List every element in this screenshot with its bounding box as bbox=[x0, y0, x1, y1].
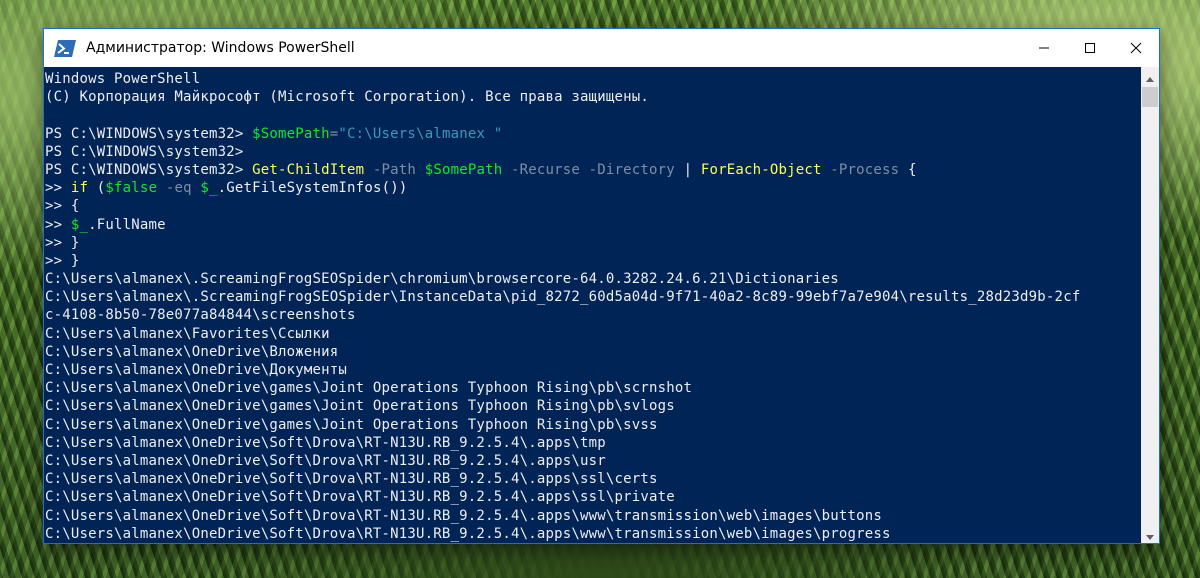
console-token: >> } bbox=[45, 252, 80, 269]
console-token: >> bbox=[45, 216, 71, 233]
console-line: >> $_.FullName bbox=[45, 216, 1142, 234]
scroll-up-button[interactable] bbox=[1141, 67, 1159, 85]
console-line: Windows PowerShell bbox=[45, 70, 1142, 88]
console-token: (С) Корпорация Майкрософт (Microsoft Cor… bbox=[45, 89, 650, 106]
powershell-icon[interactable] bbox=[54, 38, 80, 58]
console-token: .GetFileSystemInfos()) bbox=[217, 180, 408, 197]
console-token: >> { bbox=[45, 198, 80, 215]
console-token: PS C:\WINDOWS\system32> bbox=[45, 125, 253, 142]
console-token: ( bbox=[88, 180, 106, 197]
console-line: PS C:\WINDOWS\system32> Get-ChildItem -P… bbox=[45, 161, 1142, 179]
console-token: -Process bbox=[821, 161, 908, 178]
console-line: C:\Users\almanex\OneDrive\Soft\Drova\RT-… bbox=[45, 525, 1142, 543]
console-line: C:\Users\almanex\OneDrive\games\Joint Op… bbox=[45, 397, 1142, 415]
console-token: $SomePath bbox=[252, 125, 330, 142]
console-token: C:\Users\almanex\OneDrive\Soft\Drova\RT-… bbox=[45, 489, 675, 506]
console-line: >> { bbox=[45, 197, 1142, 215]
chevron-up-icon bbox=[1146, 67, 1154, 86]
console-line: >> } bbox=[45, 252, 1142, 270]
console-token: C:\Users\almanex\OneDrive\Soft\Drova\RT-… bbox=[45, 471, 658, 488]
console-line: C:\Users\almanex\OneDrive\games\Joint Op… bbox=[45, 379, 1142, 397]
console-line: C:\Users\almanex\OneDrive\Soft\Drova\RT-… bbox=[45, 452, 1142, 470]
chevron-down-icon bbox=[1146, 525, 1154, 544]
console-token: C:\Users\almanex\Favorites\Ссылки bbox=[45, 325, 330, 342]
console-token: -Path bbox=[364, 161, 425, 178]
console-line: C:\Users\almanex\OneDrive\games\Joint Op… bbox=[45, 416, 1142, 434]
console-token: PS C:\WINDOWS\system32> bbox=[45, 143, 244, 160]
console-line: c-4108-8b50-78e077a84844\screenshots bbox=[45, 306, 1142, 324]
console-token: C:\Users\almanex\OneDrive\Soft\Drova\RT-… bbox=[45, 525, 891, 542]
powershell-window[interactable]: Администратор: Windows PowerShell Window… bbox=[43, 28, 1160, 544]
console-line: C:\Users\almanex\OneDrive\Вложения bbox=[45, 343, 1142, 361]
console-line: C:\Users\almanex\Favorites\Ссылки bbox=[45, 325, 1142, 343]
console-token: C:\Users\almanex\OneDrive\Документы bbox=[45, 362, 348, 378]
close-button[interactable] bbox=[1113, 29, 1159, 67]
console-token: if bbox=[70, 180, 89, 197]
console-line: >> } bbox=[45, 234, 1142, 252]
console-line: C:\Users\almanex\.ScreamingFrogSEOSpider… bbox=[45, 270, 1142, 288]
window-controls bbox=[1021, 29, 1159, 67]
maximize-button[interactable] bbox=[1067, 29, 1113, 67]
console-token: C:\Users\almanex\OneDrive\games\Joint Op… bbox=[45, 398, 675, 415]
console-token: | bbox=[683, 161, 701, 178]
minimize-button[interactable] bbox=[1021, 29, 1067, 67]
console-token: $_ bbox=[200, 180, 218, 197]
console-token: C:\Users\almanex\OneDrive\Soft\Drova\RT-… bbox=[45, 507, 882, 524]
console-line: C:\Users\almanex\OneDrive\Soft\Drova\RT-… bbox=[45, 470, 1142, 488]
console-token: C:\Users\almanex\OneDrive\Soft\Drova\RT-… bbox=[45, 434, 606, 451]
console-token: $_ bbox=[70, 216, 89, 233]
console-token: C:\Users\almanex\.ScreamingFrogSEOSpider… bbox=[45, 289, 1081, 306]
console-line: >> if ($false -eq $_.GetFileSystemInfos(… bbox=[45, 179, 1142, 197]
console-token: >> } bbox=[45, 234, 80, 251]
console-token: -Recurse -Directory bbox=[502, 161, 684, 178]
close-icon bbox=[1130, 39, 1142, 58]
console-token: Get-ChildItem bbox=[252, 161, 365, 178]
console-line: PS C:\WINDOWS\system32> $SomePath="C:\Us… bbox=[45, 125, 1142, 143]
console-token: $SomePath bbox=[424, 161, 503, 178]
console-token: C:\Users\almanex\OneDrive\games\Joint Op… bbox=[45, 380, 693, 397]
scroll-down-button[interactable] bbox=[1141, 525, 1159, 543]
title-bar[interactable]: Администратор: Windows PowerShell bbox=[44, 29, 1159, 67]
console-token: >> bbox=[45, 180, 71, 197]
console-token: -eq bbox=[157, 180, 201, 197]
console-token: PS C:\WINDOWS\system32> bbox=[45, 161, 253, 178]
console-line: C:\Users\almanex\OneDrive\Soft\Drova\RT-… bbox=[45, 507, 1142, 525]
console-token: c-4108-8b50-78e077a84844\screenshots bbox=[45, 307, 356, 324]
console-line: C:\Users\almanex\OneDrive\Soft\Drova\RT-… bbox=[45, 434, 1142, 452]
console-token: .FullName bbox=[88, 216, 166, 233]
console-token: C:\Users\almanex\OneDrive\Soft\Drova\RT-… bbox=[45, 452, 606, 469]
console-token: Windows PowerShell bbox=[45, 71, 201, 87]
console-output[interactable]: Windows PowerShell (С) Корпорация Майкрос… bbox=[44, 67, 1142, 543]
console-token: $false bbox=[105, 180, 158, 197]
console-line: C:\Users\almanex\OneDrive\Soft\Drova\RT-… bbox=[45, 488, 1142, 506]
console-token: C:\Users\almanex\OneDrive\games\Joint Op… bbox=[45, 416, 658, 433]
window-title: Администратор: Windows PowerShell bbox=[86, 40, 355, 56]
console-line: (С) Корпорация Майкрософт (Microsoft Cor… bbox=[45, 88, 1142, 106]
vertical-scrollbar[interactable] bbox=[1141, 67, 1159, 543]
minimize-icon bbox=[1038, 39, 1050, 58]
console-line: PS C:\WINDOWS\system32> bbox=[45, 143, 1142, 161]
console-token: { bbox=[907, 161, 917, 178]
console-token: "C:\Users\almanex " bbox=[338, 125, 503, 142]
console-token: ForEach-Object bbox=[700, 161, 822, 178]
console-line: C:\Users\almanex\OneDrive\Документы bbox=[45, 361, 1142, 379]
console-token: C:\Users\almanex\.ScreamingFrogSEOSpider… bbox=[45, 271, 839, 288]
console-line: C:\Users\almanex\.ScreamingFrogSEOSpider… bbox=[45, 288, 1142, 306]
maximize-icon bbox=[1084, 39, 1096, 58]
scroll-thumb[interactable] bbox=[1142, 87, 1158, 107]
console-token: C:\Users\almanex\OneDrive\Вложения bbox=[45, 343, 339, 360]
